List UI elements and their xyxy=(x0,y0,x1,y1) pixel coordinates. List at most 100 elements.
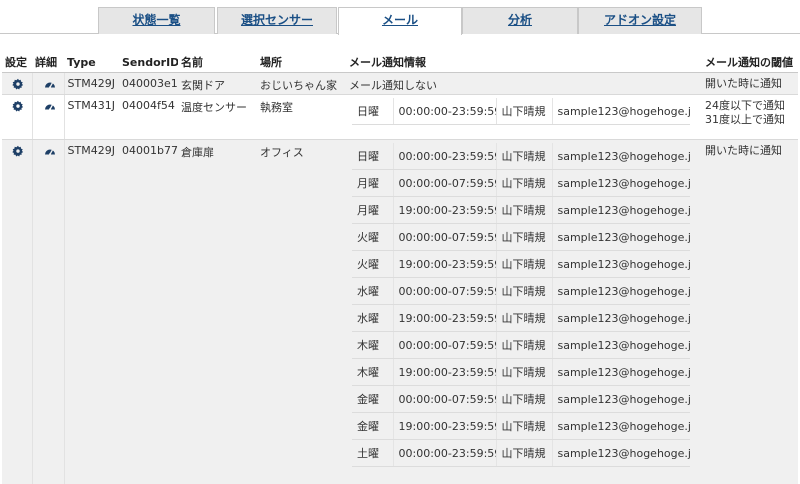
threshold-cell: 開いた時に通知 xyxy=(702,72,798,95)
schedule-day: 月曜 xyxy=(352,169,393,197)
threshold-text: 31度以上で通知 xyxy=(705,113,785,126)
schedule-time: 00:00:00-07:59:59 xyxy=(392,385,496,413)
schedule-person: 山下晴規 xyxy=(495,169,552,197)
schedule-day: 水曜 xyxy=(352,304,393,332)
schedule-time: 00:00:00-23:59:59 xyxy=(392,98,496,125)
header-details: 詳細 xyxy=(32,52,64,73)
location-cell: 執務室 xyxy=(257,94,346,140)
schedule-day: 木曜 xyxy=(352,331,393,359)
location-cell: おじいちゃん家 xyxy=(257,72,346,95)
gear-icon[interactable] xyxy=(12,78,24,90)
threshold-cell: 24度以下で通知 31度以上で通知 xyxy=(702,94,798,140)
schedule-time: 00:00:00-07:59:59 xyxy=(392,169,496,197)
threshold-cell: 開いた時に通知 xyxy=(702,139,798,484)
tab-addon-settings[interactable]: アドオン設定 xyxy=(578,7,702,34)
schedule-day: 木曜 xyxy=(352,358,393,386)
dashboard-icon[interactable] xyxy=(44,100,56,112)
mail-schedule-table: 日曜 00:00:00-23:59:59 山下晴規 sample123@hogehog… xyxy=(352,143,690,467)
schedule-row: 日曜 00:00:00-23:59:59 山下晴規 sample123@hogehog… xyxy=(352,143,690,170)
schedule-person: 山下晴規 xyxy=(495,412,552,440)
schedule-row: 水曜 19:00:00-23:59:59 山下晴規 sample123@hogehog… xyxy=(352,304,690,332)
sensor-id-cell: 04004f54 xyxy=(119,94,178,140)
table-header-row: 設定 詳細 Type SendorID 名前 場所 メール通知情報 メール通知の… xyxy=(2,52,798,73)
header-sensor-id: SendorID xyxy=(119,52,178,73)
schedule-email: sample123@hogehoge.jp xyxy=(551,250,690,278)
schedule-row: 金曜 00:00:00-07:59:59 山下晴規 sample123@hogehog… xyxy=(352,385,690,413)
gear-icon[interactable] xyxy=(12,100,24,112)
tab-status-list[interactable]: 状態一覧 xyxy=(98,7,215,34)
schedule-time: 19:00:00-23:59:59 xyxy=(392,250,496,278)
mail-info-cell: 日曜 00:00:00-23:59:59 山下晴規 sample123@hogehog… xyxy=(346,139,702,484)
header-type: Type xyxy=(64,52,119,73)
table-row: STM429J 04001b77 倉庫扉 オフィス 日曜 00:00:00-23:… xyxy=(2,139,798,484)
schedule-email: sample123@hogehoge.jp xyxy=(551,439,690,467)
type-cell: STM429J xyxy=(64,139,119,484)
details-cell xyxy=(32,72,65,95)
settings-cell xyxy=(2,139,33,484)
header-mail-info: メール通知情報 xyxy=(346,52,702,73)
schedule-row: 木曜 00:00:00-07:59:59 山下晴規 sample123@hogehog… xyxy=(352,331,690,359)
schedule-body: 日曜 00:00:00-23:59:59 山下晴規 sample123@hogehog… xyxy=(352,98,690,125)
dashboard-icon[interactable] xyxy=(44,78,56,90)
schedule-row: 金曜 19:00:00-23:59:59 山下晴規 sample123@hogehog… xyxy=(352,412,690,440)
dashboard-icon[interactable] xyxy=(44,145,56,157)
schedule-day: 水曜 xyxy=(352,277,393,305)
schedule-day: 金曜 xyxy=(352,385,393,413)
table-row: STM429J 040003e1 玄関ドア おじいちゃん家 メール通知しない 開… xyxy=(2,72,798,95)
schedule-time: 00:00:00-07:59:59 xyxy=(392,277,496,305)
mail-info-cell: 日曜 00:00:00-23:59:59 山下晴規 sample123@hogehog… xyxy=(346,94,702,140)
threshold-text: 24度以下で通知 xyxy=(705,99,785,112)
schedule-day: 火曜 xyxy=(352,250,393,278)
threshold-text: 開いた時に通知 xyxy=(705,77,782,90)
details-cell xyxy=(32,139,65,484)
type-cell: STM429J xyxy=(64,72,119,95)
name-cell: 温度センサー xyxy=(178,94,257,140)
schedule-body: 日曜 00:00:00-23:59:59 山下晴規 sample123@hogehog… xyxy=(352,143,690,467)
details-cell xyxy=(32,94,65,140)
name-cell: 玄関ドア xyxy=(178,72,257,95)
tab-bar: 状態一覧 選択センサー メール 分析 アドオン設定 xyxy=(0,0,800,35)
schedule-person: 山下晴規 xyxy=(495,196,552,224)
schedule-row: 火曜 19:00:00-23:59:59 山下晴規 sample123@hogehog… xyxy=(352,250,690,278)
sensor-id-cell: 040003e1 xyxy=(119,72,178,95)
schedule-time: 00:00:00-23:59:59 xyxy=(392,143,496,170)
header-location: 場所 xyxy=(257,52,346,73)
schedule-time: 19:00:00-23:59:59 xyxy=(392,304,496,332)
schedule-person: 山下晴規 xyxy=(495,277,552,305)
settings-cell xyxy=(2,94,33,140)
schedule-email: sample123@hogehoge.jp xyxy=(551,169,690,197)
schedule-email: sample123@hogehoge.jp xyxy=(551,98,690,125)
schedule-email: sample123@hogehoge.jp xyxy=(551,358,690,386)
schedule-person: 山下晴規 xyxy=(495,304,552,332)
tab-mail[interactable]: メール xyxy=(338,7,462,35)
schedule-person: 山下晴規 xyxy=(495,98,552,125)
schedule-day: 金曜 xyxy=(352,412,393,440)
table-row: STM431J 04004f54 温度センサー 執務室 日曜 00:00:00-2… xyxy=(2,94,798,140)
schedule-time: 00:00:00-23:59:59 xyxy=(392,439,496,467)
schedule-email: sample123@hogehoge.jp xyxy=(551,196,690,224)
schedule-time: 19:00:00-23:59:59 xyxy=(392,358,496,386)
tab-analysis[interactable]: 分析 xyxy=(462,7,578,34)
name-cell: 倉庫扉 xyxy=(178,139,257,484)
schedule-time: 19:00:00-23:59:59 xyxy=(392,196,496,224)
schedule-email: sample123@hogehoge.jp xyxy=(551,223,690,251)
threshold-text: 開いた時に通知 xyxy=(705,144,782,157)
sensor-mail-table: 設定 詳細 Type SendorID 名前 場所 メール通知情報 メール通知の… xyxy=(2,52,798,484)
schedule-row: 月曜 19:00:00-23:59:59 山下晴規 sample123@hogehog… xyxy=(352,196,690,224)
location-cell: オフィス xyxy=(257,139,346,484)
tab-selected-sensors[interactable]: 選択センサー xyxy=(217,7,337,34)
schedule-email: sample123@hogehoge.jp xyxy=(551,412,690,440)
schedule-person: 山下晴規 xyxy=(495,223,552,251)
schedule-email: sample123@hogehoge.jp xyxy=(551,304,690,332)
schedule-person: 山下晴規 xyxy=(495,439,552,467)
schedule-day: 火曜 xyxy=(352,223,393,251)
schedule-day: 日曜 xyxy=(352,98,393,125)
header-name: 名前 xyxy=(178,52,257,73)
schedule-row: 月曜 00:00:00-07:59:59 山下晴規 sample123@hogehog… xyxy=(352,169,690,197)
mail-info-cell: メール通知しない xyxy=(346,72,702,95)
schedule-day: 月曜 xyxy=(352,196,393,224)
schedule-email: sample123@hogehoge.jp xyxy=(551,331,690,359)
schedule-time: 00:00:00-07:59:59 xyxy=(392,223,496,251)
header-settings: 設定 xyxy=(2,52,32,73)
gear-icon[interactable] xyxy=(12,145,24,157)
